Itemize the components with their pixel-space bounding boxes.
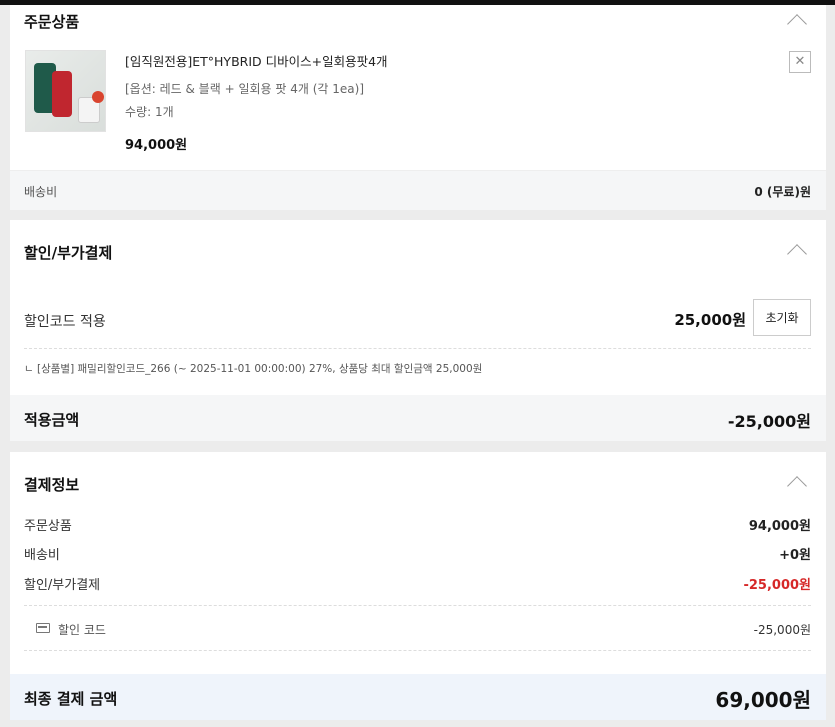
chevron-up-icon[interactable]	[787, 244, 807, 264]
discount-section-title: 할인/부가결제	[24, 244, 113, 262]
applied-amount-value: -25,000원	[727, 412, 811, 431]
discount-code-line: 할인 코드 -25,000원	[24, 620, 811, 640]
product-option: [옵션: 레드 & 블랙 + 일회용 팟 4개 (각 1ea)]	[125, 82, 364, 96]
payment-line-value: +0원	[779, 548, 811, 563]
product-quantity: 수량: 1개	[125, 105, 174, 119]
final-payment-label: 최종 결제 금액	[24, 690, 118, 708]
shipping-fee-value: 0 (무료)원	[754, 185, 811, 199]
payment-line-value: -25,000원	[743, 578, 811, 593]
final-payment-row: 최종 결제 금액 69,000원	[10, 674, 826, 720]
product-price: 94,000원	[125, 138, 188, 153]
shipping-fee-label: 배송비	[24, 185, 58, 199]
device-red-shape	[52, 71, 72, 117]
final-payment-value: 69,000원	[715, 688, 811, 712]
discount-code-amount: 25,000원	[674, 311, 746, 329]
payment-line-value: 94,000원	[748, 519, 811, 534]
applied-amount-label: 적용금액	[24, 411, 80, 429]
payment-line-shipping: 배송비 +0원	[24, 544, 811, 564]
discount-section: 할인/부가결제 할인코드 적용 25,000원 초기화 ㄴ [상품별] 패밀리할…	[10, 220, 826, 441]
payment-line-label: 할인/부가결제	[24, 578, 101, 593]
divider	[24, 605, 811, 606]
payment-line-label: 배송비	[24, 548, 60, 563]
discount-code-detail: ㄴ [상품별] 패밀리할인코드_266 (~ 2025-11-01 00:00:…	[24, 363, 483, 375]
applied-amount-row: 적용금액 -25,000원	[10, 395, 826, 441]
remove-item-button[interactable]: ✕	[789, 51, 811, 73]
discount-code-line-label: 할인 코드	[58, 623, 106, 637]
order-items-section: 주문상품 [임직원전용]ET°HYBRID 디바이스+일회용팟4개 [옵션: 레…	[10, 5, 826, 210]
reset-button[interactable]: 초기화	[753, 299, 811, 336]
divider	[24, 650, 811, 651]
payment-line-order: 주문상품 94,000원	[24, 515, 811, 535]
discount-code-line-value: -25,000원	[753, 623, 811, 637]
chevron-up-icon[interactable]	[787, 14, 807, 34]
product-name[interactable]: [임직원전용]ET°HYBRID 디바이스+일회용팟4개	[125, 51, 388, 70]
divider	[24, 348, 811, 349]
order-section-title: 주문상품	[24, 13, 80, 31]
pod-count-badge	[92, 91, 104, 103]
product-thumbnail[interactable]	[25, 50, 106, 132]
payment-line-label: 주문상품	[24, 519, 72, 534]
payment-section-title: 결제정보	[24, 476, 80, 494]
card-icon	[36, 623, 50, 633]
payment-line-discount: 할인/부가결제 -25,000원	[24, 574, 811, 594]
shipping-fee-row: 배송비 0 (무료)원	[10, 170, 826, 210]
chevron-up-icon[interactable]	[787, 476, 807, 496]
discount-code-label: 할인코드 적용	[24, 314, 106, 330]
payment-info-section: 결제정보 주문상품 94,000원 배송비 +0원 할인/부가결제 -25,00…	[10, 452, 826, 720]
